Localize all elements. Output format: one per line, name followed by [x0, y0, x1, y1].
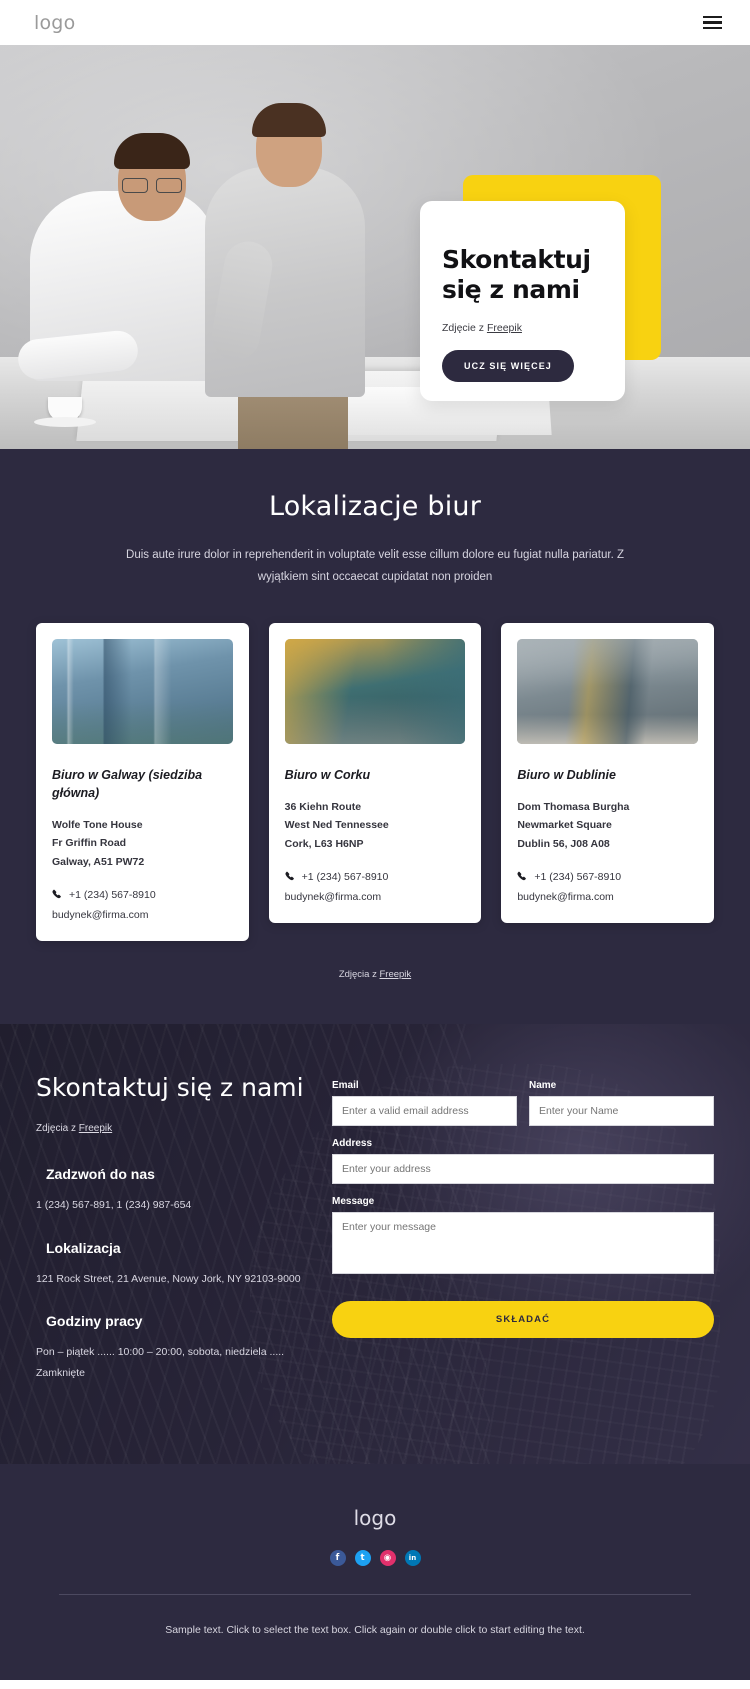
contact-credit-prefix: Zdjęcia z: [36, 1123, 79, 1135]
location-cards: Biuro w Galway (siedziba główna) Wolfe T…: [0, 622, 750, 941]
locations-subtitle: Duis aute irure dolor in reprehenderit i…: [126, 549, 624, 584]
phone-icon: [285, 871, 294, 881]
address-line: Wolfe Tone House: [52, 819, 143, 832]
phone-number: +1 (234) 567-8910: [301, 870, 389, 883]
location-card-phone[interactable]: +1 (234) 567-8910: [52, 889, 233, 901]
phone-icon: [517, 871, 527, 881]
site-logo[interactable]: logo: [34, 12, 75, 34]
location-card[interactable]: Biuro w Galway (siedziba główna) Wolfe T…: [36, 622, 249, 941]
site-header: logo: [0, 0, 750, 45]
location-card-email[interactable]: budynek@firma.com: [517, 891, 698, 903]
location-card-title: Biuro w Dublinie: [517, 767, 616, 782]
hero-card: Skontaktuj się z nami Zdjęcie z Freepik …: [420, 201, 625, 401]
contact-form: Email Name Address Message SKŁADAĆ: [332, 1072, 714, 1407]
address-line: Cork, L63 H6NP: [284, 837, 364, 850]
locations-section: Lokalizacje biur Duis aute irure dolor i…: [0, 449, 750, 1024]
email-label: Email: [332, 1079, 359, 1091]
photo-saucer: [34, 417, 96, 427]
contact-photo-credit: Zdjęcia z Freepik: [36, 1123, 306, 1134]
footer-divider: [59, 1593, 691, 1595]
address-line: Newmarket Square: [517, 819, 612, 832]
contact-block-hours: Godziny pracy Pon – piątek ...... 10:00 …: [36, 1313, 306, 1383]
hamburger-icon[interactable]: [703, 15, 722, 30]
contact-block-text: 1 (234) 567-891, 1 (234) 987-654: [36, 1199, 192, 1212]
address-line: 36 Kiehn Route: [284, 800, 362, 813]
contact-block-call: Zadzwoń do nas 1 (234) 567-891, 1 (234) …: [36, 1166, 306, 1215]
location-card-phone[interactable]: +1 (234) 567-8910: [517, 871, 698, 883]
address-line: West Ned Tennessee: [284, 819, 389, 832]
footer-text: Sample text. Click to select the text bo…: [165, 1623, 585, 1636]
contact-title: Skontaktuj się z nami: [36, 1072, 304, 1102]
message-input[interactable]: [332, 1211, 714, 1274]
location-card-address: Wolfe Tone House Fr Griffin Road Galway,…: [52, 816, 233, 871]
address-line: Dublin 56, J08 A08: [517, 837, 610, 850]
hero-cta-button[interactable]: UCZ SIĘ WIĘCEJ: [442, 350, 574, 382]
hero-title: Skontaktuj się z nami: [442, 245, 591, 304]
location-card-email[interactable]: budynek@firma.com: [285, 891, 466, 903]
phone-number: +1 (234) 567-8910: [69, 888, 156, 901]
contact-block-heading: Zadzwoń do nas: [46, 1166, 155, 1183]
page-root: logo Skontaktuj się z nami Zdjęcie z Fre…: [0, 0, 750, 1681]
location-card-phone[interactable]: +1 (234) 567-8910: [285, 871, 466, 883]
contact-block-text: Pon – piątek ...... 10:00 – 20:00, sobot…: [36, 1346, 285, 1379]
locations-credit-prefix: Zdjęcia z: [338, 968, 380, 980]
glasses-icon: [122, 178, 182, 193]
contact-block-text: 121 Rock Street, 21 Avenue, Nowy Jork, N…: [36, 1272, 301, 1285]
contact-content: Skontaktuj się z nami Zdjęcia z Freepik …: [0, 1024, 750, 1407]
hero-section: Skontaktuj się z nami Zdjęcie z Freepik …: [0, 45, 750, 449]
address-input[interactable]: [332, 1153, 714, 1184]
footer-logo[interactable]: logo: [0, 1506, 750, 1530]
hamburger-bar: [703, 26, 722, 30]
address-line: Dom Thomasa Burgha: [517, 800, 630, 813]
social-links: f t ◉ in: [0, 1549, 750, 1566]
form-field-name: Name: [529, 1080, 714, 1126]
location-card-image: [284, 638, 466, 744]
instagram-icon[interactable]: ◉: [379, 1549, 396, 1566]
contact-block-heading: Lokalizacja: [46, 1239, 121, 1256]
location-card[interactable]: Biuro w Dublinie Dom Thomasa Burgha Newm…: [501, 622, 715, 923]
location-card-image: [52, 638, 233, 744]
hero-credit-prefix: Zdjęcie z: [442, 322, 487, 334]
linkedin-icon[interactable]: in: [404, 1549, 421, 1566]
contact-section: Skontaktuj się z nami Zdjęcia z Freepik …: [0, 1023, 750, 1464]
hero-credit-link[interactable]: Freepik: [487, 322, 522, 334]
location-card-title: Biuro w Galway (siedziba główna): [52, 767, 203, 800]
form-field-message: Message: [332, 1196, 714, 1279]
location-card[interactable]: Biuro w Corku 36 Kiehn Route West Ned Te…: [268, 622, 482, 923]
phone-number: +1 (234) 567-8910: [534, 870, 622, 883]
hamburger-bar: [703, 15, 722, 19]
form-row-email-name: Email Name: [332, 1080, 714, 1138]
contact-block-location: Lokalizacja 121 Rock Street, 21 Avenue, …: [36, 1240, 306, 1289]
locations-photo-credit: Zdjęcia z Freepik: [0, 969, 750, 980]
location-card-image: [517, 638, 699, 744]
facebook-icon[interactable]: f: [329, 1549, 346, 1566]
address-line: Galway, A51 PW72: [52, 855, 145, 868]
address-line: Fr Griffin Road: [52, 837, 127, 850]
email-input[interactable]: [332, 1095, 517, 1126]
form-field-address: Address: [332, 1138, 714, 1184]
submit-button[interactable]: SKŁADAĆ: [332, 1300, 714, 1338]
twitter-icon[interactable]: t: [354, 1549, 371, 1566]
contact-credit-link[interactable]: Freepik: [79, 1123, 112, 1134]
site-footer: logo f t ◉ in Sample text. Click to sele…: [0, 1463, 750, 1681]
form-field-email: Email: [332, 1080, 517, 1126]
phone-icon: [52, 890, 61, 899]
address-label: Address: [332, 1137, 373, 1149]
locations-credit-link[interactable]: Freepik: [379, 969, 411, 980]
location-card-address: 36 Kiehn Route West Ned Tennessee Cork, …: [285, 798, 466, 853]
hero-photo-credit: Zdjęcie z Freepik: [442, 322, 625, 334]
contact-info-column: Skontaktuj się z nami Zdjęcia z Freepik …: [36, 1072, 306, 1407]
location-card-address: Dom Thomasa Burgha Newmarket Square Dubl…: [517, 798, 698, 853]
name-label: Name: [529, 1079, 557, 1091]
location-card-email[interactable]: budynek@firma.com: [52, 909, 233, 921]
name-input[interactable]: [529, 1095, 714, 1126]
message-label: Message: [332, 1195, 375, 1207]
location-card-title: Biuro w Corku: [284, 767, 371, 782]
contact-block-heading: Godziny pracy: [46, 1313, 143, 1330]
locations-title: Lokalizacje biur: [268, 491, 482, 522]
hamburger-bar: [703, 21, 722, 24]
